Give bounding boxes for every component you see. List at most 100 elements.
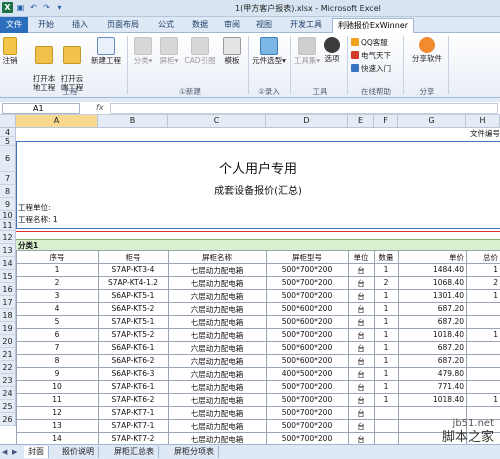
next-sheet-icon[interactable]: ▶ bbox=[12, 448, 17, 456]
table-cell[interactable]: 500*600*200 bbox=[268, 356, 346, 365]
row-header[interactable]: 23 bbox=[0, 374, 16, 387]
open-local-button[interactable]: 打开本 地工程 bbox=[30, 37, 58, 92]
name-box[interactable]: A1 bbox=[2, 103, 80, 114]
row-header[interactable]: 17 bbox=[0, 296, 16, 309]
tab-home[interactable]: 开始 bbox=[32, 18, 60, 33]
share-software-button[interactable]: 分享软件 bbox=[410, 37, 444, 63]
table-cell[interactable]: 1 bbox=[468, 395, 498, 404]
table-cell[interactable]: 771.40 bbox=[400, 382, 464, 391]
formula-input[interactable] bbox=[110, 103, 498, 114]
row-header[interactable]: 10 bbox=[0, 211, 16, 220]
table-cell[interactable]: 六层动力配电箱 bbox=[170, 343, 264, 354]
column-header-d[interactable]: D bbox=[266, 115, 348, 128]
table-cell[interactable]: 柜号 bbox=[100, 252, 166, 263]
row-header[interactable]: 20 bbox=[0, 335, 16, 348]
table-cell[interactable]: 5 bbox=[18, 317, 96, 326]
cabinet-button[interactable]: 屏柜▾ bbox=[158, 37, 180, 65]
table-cell[interactable]: 1 bbox=[468, 265, 498, 274]
undo-icon[interactable]: ↶ bbox=[28, 2, 39, 13]
row-header[interactable]: 6 bbox=[0, 146, 16, 172]
qq-service-button[interactable]: QQ客服 bbox=[351, 37, 388, 48]
sheet-tab-cover[interactable]: 封面 bbox=[24, 446, 49, 458]
tab-file[interactable]: 文件 bbox=[0, 17, 28, 33]
table-cell[interactable]: 1 bbox=[376, 304, 396, 313]
table-cell[interactable]: 七层动力配电箱 bbox=[170, 278, 264, 289]
options-button[interactable]: 选项 bbox=[321, 37, 343, 63]
table-cell[interactable]: 687.20 bbox=[400, 343, 464, 352]
component-select-button[interactable]: 元件选型▾ bbox=[252, 37, 286, 65]
table-cell[interactable]: 台 bbox=[350, 291, 372, 302]
split-button[interactable]: 分类▾ bbox=[130, 37, 156, 65]
row-header[interactable]: 16 bbox=[0, 283, 16, 296]
table-cell[interactable]: 2 bbox=[18, 278, 96, 287]
row-header[interactable]: 12 bbox=[0, 231, 16, 244]
column-header-g[interactable]: G bbox=[398, 115, 466, 128]
row-header[interactable]: 26 bbox=[0, 413, 16, 426]
table-cell[interactable]: 500*700*200 bbox=[268, 291, 346, 300]
table-cell[interactable]: 台 bbox=[350, 317, 372, 328]
table-cell[interactable]: 六层动力配电箱 bbox=[170, 356, 264, 367]
table-cell[interactable]: 七层动力配电箱 bbox=[170, 434, 264, 444]
table-cell[interactable]: 七层动力配电箱 bbox=[170, 330, 264, 341]
tab-exwinner[interactable]: 利驰报价ExWinner bbox=[332, 18, 414, 33]
table-cell[interactable]: S6AP-KT6-3 bbox=[100, 369, 166, 378]
table-cell[interactable]: 台 bbox=[350, 408, 372, 419]
table-cell[interactable]: S7AP-KT6-2 bbox=[100, 395, 166, 404]
table-cell[interactable]: 500*700*200 bbox=[268, 395, 346, 404]
table-cell[interactable]: 台 bbox=[350, 304, 372, 315]
tab-data[interactable]: 数据 bbox=[186, 18, 214, 33]
qat-dropdown-icon[interactable]: ▾ bbox=[54, 2, 65, 13]
table-cell[interactable]: 台 bbox=[350, 343, 372, 354]
row-header[interactable]: 8 bbox=[0, 185, 16, 198]
table-cell[interactable]: 七层动力配电箱 bbox=[170, 382, 264, 393]
table-cell[interactable]: 七层动力配电箱 bbox=[170, 265, 264, 276]
table-cell[interactable]: 1 bbox=[376, 395, 396, 404]
tab-review[interactable]: 审阅 bbox=[218, 18, 246, 33]
save-icon[interactable]: ▣ bbox=[15, 2, 26, 13]
table-cell[interactable]: 500*700*200 bbox=[268, 265, 346, 274]
cad-view-button[interactable]: CAD引图 bbox=[182, 37, 218, 65]
row-header[interactable]: 19 bbox=[0, 322, 16, 335]
table-cell[interactable]: 台 bbox=[350, 434, 372, 444]
table-cell[interactable]: 14 bbox=[18, 434, 96, 443]
table-cell[interactable]: 3 bbox=[18, 291, 96, 300]
table-cell[interactable]: 1 bbox=[468, 291, 498, 300]
table-cell[interactable]: 10 bbox=[18, 382, 96, 391]
table-cell[interactable]: 1068.40 bbox=[400, 278, 464, 287]
table-cell[interactable]: S7AP-KT5-1 bbox=[100, 317, 166, 326]
table-cell[interactable]: 687.20 bbox=[400, 356, 464, 365]
row-header[interactable]: 21 bbox=[0, 348, 16, 361]
table-cell[interactable]: 数量 bbox=[376, 252, 396, 263]
table-cell[interactable]: 4 bbox=[18, 304, 96, 313]
logout-button[interactable]: 注销 bbox=[0, 37, 20, 65]
table-cell[interactable]: 台 bbox=[350, 369, 372, 380]
row-header[interactable]: 11 bbox=[0, 220, 16, 231]
select-all-corner[interactable] bbox=[0, 115, 16, 128]
table-cell[interactable]: 687.20 bbox=[400, 317, 464, 326]
table-cell[interactable]: 六层动力配电箱 bbox=[170, 304, 264, 315]
row-header[interactable]: 4 bbox=[0, 128, 16, 137]
table-cell[interactable]: 400*500*200 bbox=[268, 369, 346, 378]
table-cell[interactable]: 500*700*200 bbox=[268, 330, 346, 339]
row-header[interactable]: 7 bbox=[0, 172, 16, 185]
tab-formulas[interactable]: 公式 bbox=[152, 18, 180, 33]
column-header-b[interactable]: B bbox=[98, 115, 168, 128]
first-sheet-icon[interactable]: ◀ bbox=[2, 448, 7, 456]
table-cell[interactable]: S7AP-KT6-1 bbox=[100, 382, 166, 391]
column-header-c[interactable]: C bbox=[168, 115, 266, 128]
sheet-tab-quote-notes[interactable]: 报价说明 bbox=[58, 446, 99, 458]
table-cell[interactable]: 1 bbox=[376, 356, 396, 365]
table-cell[interactable]: 1484.40 bbox=[400, 265, 464, 274]
table-cell[interactable]: 1 bbox=[18, 265, 96, 274]
table-cell[interactable]: 687.20 bbox=[400, 304, 464, 313]
table-cell[interactable]: 1018.40 bbox=[400, 395, 464, 404]
table-cell[interactable]: 11 bbox=[18, 395, 96, 404]
row-header[interactable]: 13 bbox=[0, 244, 16, 257]
tab-view[interactable]: 视图 bbox=[250, 18, 278, 33]
fx-icon[interactable]: fx bbox=[96, 103, 104, 112]
table-cell[interactable]: 1 bbox=[468, 330, 498, 339]
worksheet-grid[interactable]: 文件编号 个人用户专用 成套设备报价(汇总) 工程单位: 工程名称: 1 分类1… bbox=[16, 128, 500, 444]
table-cell[interactable]: 500*700*200 bbox=[268, 434, 346, 443]
row-header[interactable]: 18 bbox=[0, 309, 16, 322]
table-cell[interactable]: 1 bbox=[376, 330, 396, 339]
